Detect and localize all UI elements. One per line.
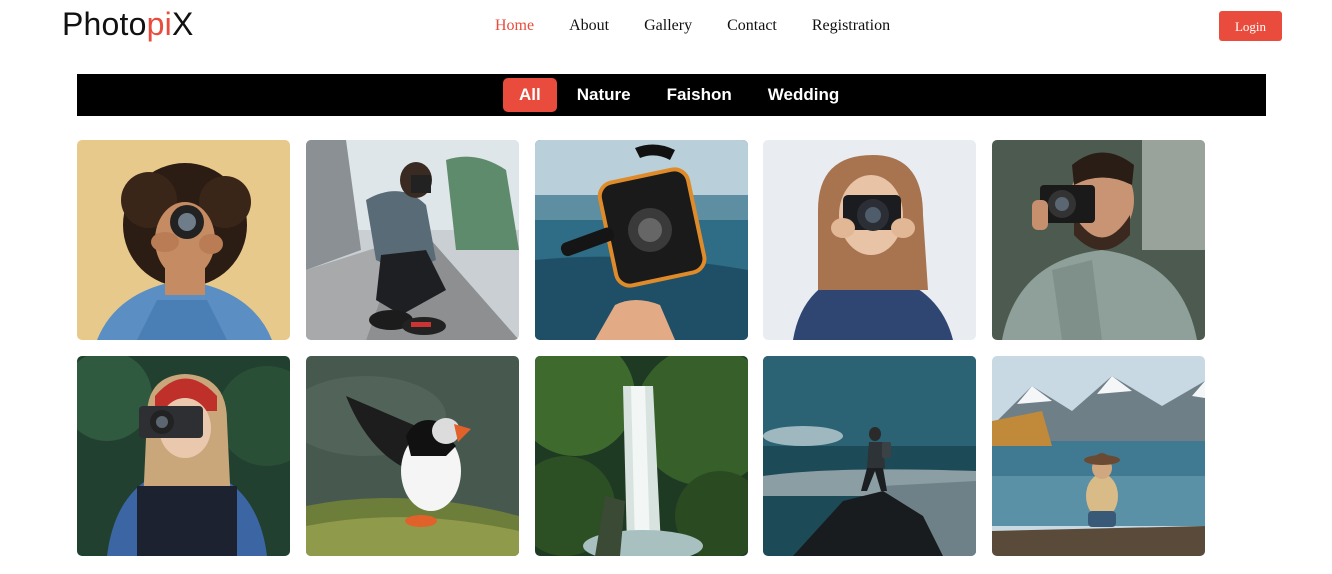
photo-man-crouching-street[interactable]: [306, 140, 519, 340]
photo-underwater-camera-housing[interactable]: [535, 140, 748, 340]
main-nav: Home About Gallery Contact Registration: [495, 16, 925, 36]
filter-faishon[interactable]: Faishon: [651, 78, 748, 112]
photo-woman-curly-hair-lens[interactable]: [77, 140, 290, 340]
photo-puffin[interactable]: [306, 356, 519, 556]
login-button[interactable]: Login: [1219, 11, 1282, 41]
filter-all[interactable]: All: [503, 78, 557, 112]
brand-accent: pi: [146, 6, 172, 42]
nav-home[interactable]: Home: [495, 16, 534, 36]
filter-wedding[interactable]: Wedding: [752, 78, 855, 112]
nav-registration[interactable]: Registration: [812, 16, 890, 36]
photo-bearded-man-camera[interactable]: [992, 140, 1205, 340]
brand-suffix: X: [171, 6, 194, 42]
nav-about[interactable]: About: [569, 16, 609, 36]
filter-bar: All Nature Faishon Wedding: [77, 74, 1266, 116]
filter-tabs: All Nature Faishon Wedding: [503, 78, 859, 112]
photo-woman-red-beanie-camera[interactable]: [77, 356, 290, 556]
photo-waterfall-forest[interactable]: [535, 356, 748, 556]
brand-prefix: Photo: [62, 6, 147, 42]
nav-contact[interactable]: Contact: [727, 16, 777, 36]
photo-woman-camera-blue-jacket[interactable]: [763, 140, 976, 340]
brand-logo[interactable]: PhotopiX: [62, 6, 193, 43]
nav-gallery[interactable]: Gallery: [644, 16, 692, 36]
photo-woman-lake-mountains[interactable]: [992, 356, 1205, 556]
filter-nature[interactable]: Nature: [561, 78, 647, 112]
photo-hiker-on-rock[interactable]: [763, 356, 976, 556]
